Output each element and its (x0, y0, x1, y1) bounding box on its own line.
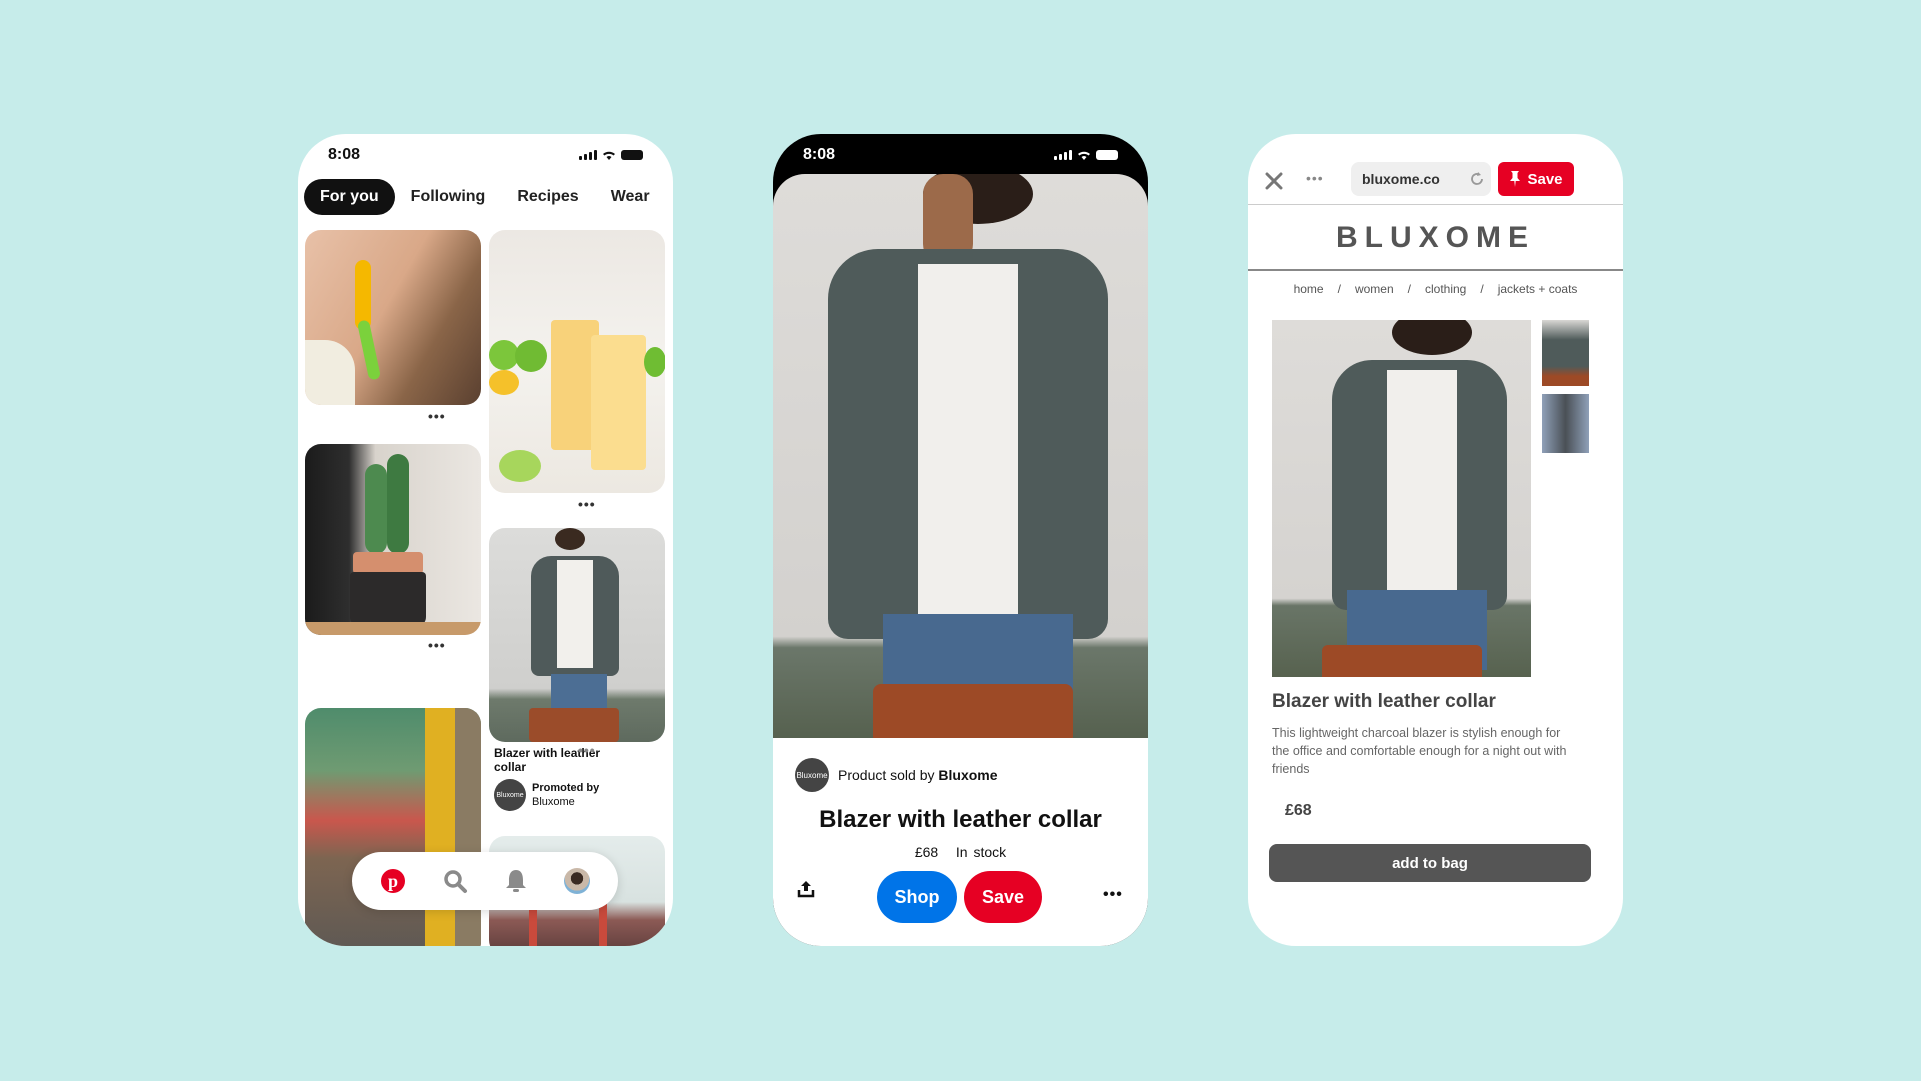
product-main-image[interactable] (1272, 320, 1531, 677)
tab-for-you[interactable]: For you (304, 179, 395, 215)
save-button[interactable]: Save (964, 871, 1042, 923)
share-icon[interactable] (797, 880, 815, 898)
close-icon[interactable] (1264, 171, 1284, 191)
bottom-nav: p (352, 852, 618, 910)
divider (1248, 269, 1623, 271)
price: £68 (914, 844, 939, 860)
pin-image-earrings[interactable] (305, 230, 481, 405)
phone-home-feed: 8:08 For you Following Recipes Wear ••• … (298, 134, 673, 946)
product-description: This lightweight charcoal blazer is styl… (1272, 726, 1567, 776)
shop-button[interactable]: Shop (877, 871, 957, 923)
breadcrumb-separator: / (1407, 282, 1411, 296)
promoted-label: Promoted by (532, 782, 600, 794)
pin-closeup-image[interactable] (773, 174, 1148, 738)
sold-by-text: Product sold by Bluxome (838, 767, 998, 783)
tab-following[interactable]: Following (395, 179, 502, 215)
pin-image-drinks[interactable] (489, 230, 665, 493)
browser-menu-icon[interactable]: ••• (1306, 170, 1324, 186)
battery-icon (1096, 150, 1118, 160)
url-bar[interactable]: bluxome.co (1351, 162, 1491, 196)
status-icons (579, 150, 643, 160)
pin-image-street[interactable] (305, 708, 481, 946)
status-icons (1054, 150, 1118, 160)
pin-more-icon[interactable]: ••• (428, 637, 446, 653)
pin-more-icon[interactable]: ••• (578, 496, 596, 512)
phone-merchant-site: ••• bluxome.co Save BLUXOME home / women… (1248, 134, 1623, 946)
tab-recipes[interactable]: Recipes (501, 179, 594, 215)
battery-icon (621, 150, 643, 160)
status-time: 8:08 (803, 146, 836, 163)
pinterest-save-button[interactable]: Save (1498, 162, 1574, 196)
seller-name[interactable]: Bluxome (938, 767, 997, 783)
svg-text:p: p (388, 871, 398, 891)
search-icon[interactable] (442, 868, 468, 894)
pin-title[interactable]: Blazer with leather collar (494, 746, 614, 774)
wifi-icon (1078, 151, 1090, 160)
wifi-icon (603, 151, 615, 160)
add-to-bag-button[interactable]: add to bag (1269, 844, 1591, 882)
reload-icon[interactable] (1469, 171, 1485, 187)
promoter-name[interactable]: Bluxome (532, 796, 575, 808)
more-options-icon[interactable]: ••• (1103, 886, 1123, 904)
pin-icon (1510, 171, 1521, 187)
price-stock: £68 In stock (773, 844, 1148, 860)
breadcrumb-jackets-coats[interactable]: jackets + coats (1498, 282, 1578, 296)
product-price: £68 (1285, 802, 1312, 819)
thumbnail-2[interactable] (1542, 394, 1589, 453)
stock-status: In stock (955, 844, 1007, 860)
seller-avatar[interactable]: Bluxome (795, 758, 829, 792)
pin-image-blazer[interactable] (489, 528, 665, 742)
profile-avatar[interactable] (564, 868, 590, 894)
pin-more-icon[interactable]: ••• (428, 408, 446, 424)
signal-icon (1054, 150, 1072, 160)
phone-pin-closeup: 8:08 Bluxome Product sold by Bluxome Bla… (773, 134, 1148, 946)
url-text: bluxome.co (1362, 171, 1440, 187)
pinterest-logo-icon[interactable]: p (380, 868, 406, 894)
thumbnail-1[interactable] (1542, 320, 1589, 386)
tab-wear[interactable]: Wear (595, 179, 666, 215)
brand-logo[interactable]: BLUXOME (1248, 221, 1623, 255)
breadcrumb-separator: / (1480, 282, 1484, 296)
feed-tabs: For you Following Recipes Wear (304, 179, 666, 215)
status-time: 8:08 (328, 146, 361, 163)
product-title: Blazer with leather collar (819, 806, 1102, 833)
breadcrumb-home[interactable]: home (1294, 282, 1324, 296)
promoter-avatar[interactable]: Bluxome (494, 779, 526, 811)
breadcrumb: home / women / clothing / jackets + coat… (1248, 282, 1623, 296)
bell-icon[interactable] (504, 868, 528, 894)
save-label: Save (1527, 170, 1563, 188)
breadcrumb-separator: / (1337, 282, 1341, 296)
breadcrumb-clothing[interactable]: clothing (1425, 282, 1466, 296)
pin-image-cactus[interactable] (305, 444, 481, 635)
signal-icon (579, 150, 597, 160)
breadcrumb-women[interactable]: women (1355, 282, 1394, 296)
sold-by-prefix: Product sold by (838, 767, 939, 783)
divider (1248, 204, 1623, 205)
pin-more-icon[interactable]: ••• (578, 742, 596, 758)
product-title: Blazer with leather collar (1272, 691, 1496, 712)
